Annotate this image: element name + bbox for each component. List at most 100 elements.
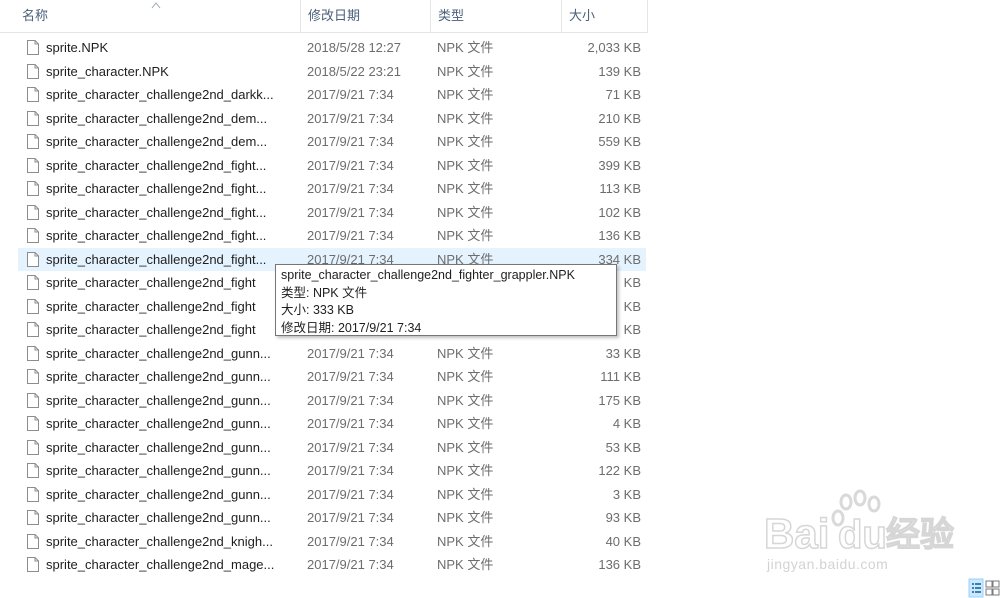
file-date: 2017/9/21 7:34 <box>307 416 394 431</box>
svg-text:du: du <box>838 513 887 557</box>
file-row[interactable]: sprite_character_challenge2nd_gunn... 201… <box>18 436 646 460</box>
file-row[interactable]: sprite_character_challenge2nd_darkk... 20… <box>18 83 646 107</box>
file-name: sprite_character_challenge2nd_gunn... <box>46 510 271 525</box>
column-header-size-label: 大小 <box>569 8 596 23</box>
file-size: 139 KB <box>598 63 641 79</box>
file-row[interactable]: sprite_character.NPK 2018/5/22 23:21 NPK 文… <box>18 60 646 84</box>
svg-text:Bai: Bai <box>764 510 829 557</box>
file-icon <box>27 322 39 337</box>
file-date: 2017/9/21 7:34 <box>307 87 394 102</box>
file-size: 111 KB <box>600 369 641 384</box>
file-date: 2017/9/21 7:34 <box>307 345 394 361</box>
file-name: sprite_character_challenge2nd_fight... <box>46 228 267 243</box>
file-row[interactable]: sprite_character_challenge2nd_fight... 20… <box>18 177 646 201</box>
file-name: sprite_character_challenge2nd_dem... <box>46 110 268 126</box>
file-row[interactable]: sprite.NPK 2018/5/28 12:27 NPK 文件 2,033 KB <box>18 36 646 60</box>
file-type: NPK 文件 <box>437 63 494 79</box>
tooltip-type: 类型: NPK 文件 <box>281 285 368 300</box>
file-type: NPK 文件 <box>437 486 494 502</box>
file-name: sprite_character_challenge2nd_darkk... <box>46 87 274 102</box>
file-icon <box>27 87 39 102</box>
file-date: 2018/5/22 23:21 <box>307 63 401 79</box>
svg-text:经验: 经验 <box>886 515 954 555</box>
tooltip-filename: sprite_character_challenge2nd_fighter_gr… <box>281 268 575 282</box>
file-icon <box>27 110 39 126</box>
file-size: 102 KB <box>598 204 641 220</box>
file-name: sprite_character_challenge2nd_fight <box>46 322 256 337</box>
file-name: sprite_character_challenge2nd_fight... <box>46 251 267 267</box>
file-row[interactable]: sprite_character_challenge2nd_knigh... 20… <box>18 530 646 554</box>
file-row[interactable]: sprite_character_challenge2nd_fight... 20… <box>18 154 646 178</box>
file-row[interactable]: sprite_character_challenge2nd_gunn... 201… <box>18 483 646 507</box>
file-row[interactable]: sprite_character_challenge2nd_gunn... 201… <box>18 506 646 530</box>
file-name: sprite_character_challenge2nd_gunn... <box>46 439 271 455</box>
file-icon <box>27 486 39 502</box>
file-row[interactable]: sprite_character_challenge2nd_dem... 2017… <box>18 130 646 154</box>
details-view-icon[interactable] <box>968 578 984 598</box>
file-size: 122 KB <box>598 463 641 478</box>
file-icon <box>27 345 39 361</box>
sort-up-arrow-icon <box>151 2 161 9</box>
file-date: 2017/9/21 7:34 <box>307 439 394 455</box>
file-row[interactable]: sprite_character_challenge2nd_gunn... 201… <box>18 365 646 389</box>
file-icon <box>27 204 39 220</box>
file-row[interactable]: sprite_character_challenge2nd_fight... 20… <box>18 224 646 248</box>
file-icon <box>27 251 39 267</box>
file-type: NPK 文件 <box>437 228 494 243</box>
file-name: sprite_character_challenge2nd_gunn... <box>46 416 271 431</box>
file-name: sprite_character_challenge2nd_gunn... <box>46 486 271 502</box>
file-size: 3 KB <box>612 486 641 502</box>
file-size: 399 KB <box>598 157 641 173</box>
file-name: sprite_character_challenge2nd_fight... <box>46 181 267 196</box>
tooltip-size: 大小: 333 KB <box>281 303 354 317</box>
column-header-date[interactable]: 修改日期 <box>300 0 430 32</box>
file-type: NPK 文件 <box>437 157 494 173</box>
file-row[interactable]: sprite_character_challenge2nd_dem... 2017… <box>18 107 646 131</box>
file-row[interactable]: sprite_character_challenge2nd_gunn... 201… <box>18 459 646 483</box>
file-date: 2017/9/21 7:34 <box>307 463 394 478</box>
file-name: sprite_character_challenge2nd_gunn... <box>46 369 271 384</box>
column-header-name[interactable]: 名称 <box>0 0 300 32</box>
column-header-name-label: 名称 <box>22 8 49 23</box>
column-header-date-label: 修改日期 <box>308 8 361 23</box>
file-date: 2017/9/21 7:34 <box>307 228 394 243</box>
file-date: 2017/9/21 7:34 <box>307 369 394 384</box>
file-type: NPK 文件 <box>437 87 494 102</box>
file-icon <box>27 275 39 290</box>
file-row[interactable]: sprite_character_challenge2nd_gunn... 201… <box>18 389 646 413</box>
file-row[interactable]: sprite_character_challenge2nd_gunn... 201… <box>18 412 646 436</box>
file-type: NPK 文件 <box>437 345 494 361</box>
file-date: 2017/9/21 7:34 <box>307 486 394 502</box>
file-type: NPK 文件 <box>437 533 494 549</box>
file-row[interactable]: sprite_character_challenge2nd_fight... 20… <box>18 201 646 225</box>
tooltip-date: 修改日期: 2017/9/21 7:34 <box>281 320 422 335</box>
file-row[interactable]: sprite_character_challenge2nd_gunn... 201… <box>18 342 646 366</box>
file-type: NPK 文件 <box>437 557 494 572</box>
file-icon <box>27 439 39 455</box>
file-date: 2017/9/21 7:34 <box>307 157 394 173</box>
file-icon <box>27 557 39 572</box>
large-icons-view-icon[interactable] <box>985 580 1000 596</box>
file-name: sprite_character_challenge2nd_mage... <box>46 557 275 572</box>
column-header-type[interactable]: 类型 <box>430 0 561 32</box>
file-type: NPK 文件 <box>437 181 494 196</box>
file-name: sprite_character_challenge2nd_fight <box>46 298 256 314</box>
file-date: 2017/9/21 7:34 <box>307 181 394 196</box>
file-size: 53 KB <box>605 439 641 455</box>
file-icon <box>27 533 39 549</box>
file-type: NPK 文件 <box>437 463 494 478</box>
file-date: 2017/9/21 7:34 <box>307 392 394 408</box>
watermark-url: jingyan.baidu.com <box>767 556 889 572</box>
file-size: 559 KB <box>598 134 641 149</box>
file-type: NPK 文件 <box>437 392 494 408</box>
file-name: sprite_character_challenge2nd_fight... <box>46 204 267 220</box>
file-name: sprite_character_challenge2nd_fight <box>46 275 256 290</box>
column-header-size[interactable]: 大小 <box>561 0 648 32</box>
file-icon <box>27 228 39 243</box>
file-size: 136 KB <box>598 557 641 572</box>
file-row[interactable]: sprite_character_challenge2nd_mage... 201… <box>18 553 646 577</box>
file-size: 2,033 KB <box>587 40 642 55</box>
file-date: 2017/9/21 7:34 <box>307 110 394 126</box>
file-size: 71 KB <box>605 87 641 102</box>
file-size: 113 KB <box>599 181 641 196</box>
